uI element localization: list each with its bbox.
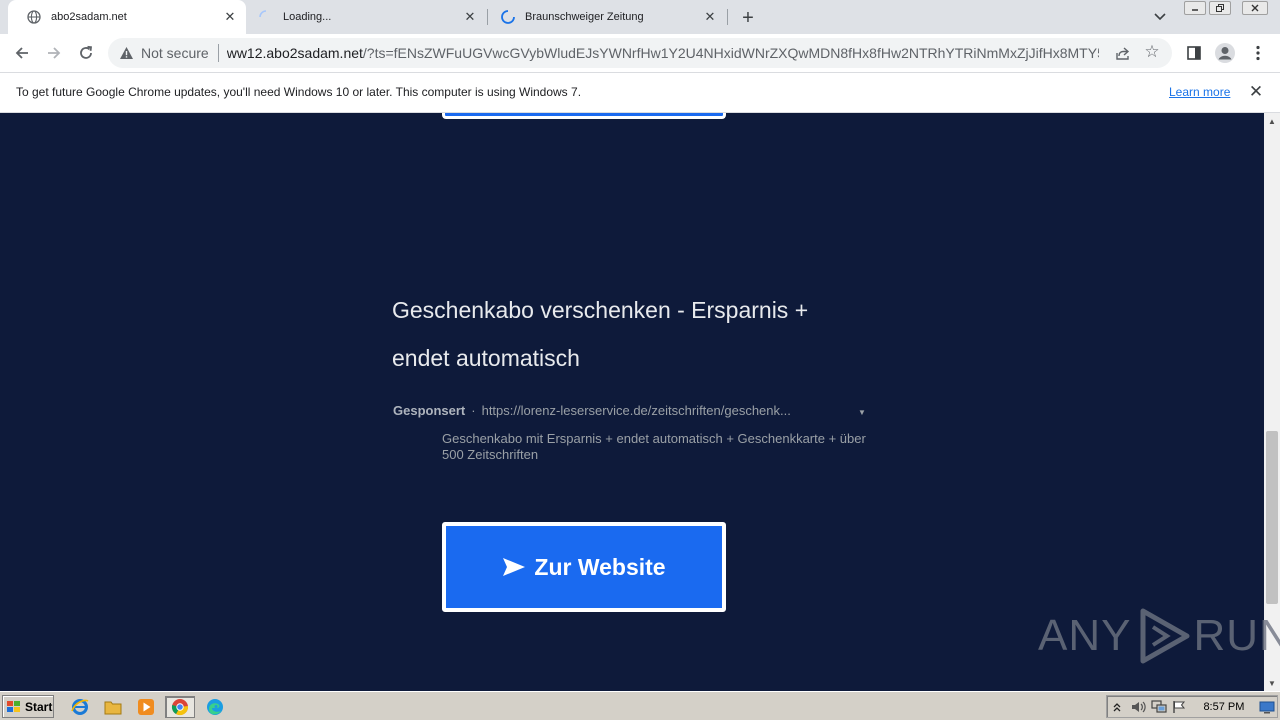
bookmark-star-icon[interactable]: ☆ [1142,42,1162,62]
ad-title[interactable]: Geschenkabo verschenken - Ersparnis + en… [392,286,862,382]
start-button[interactable]: Start [2,695,54,718]
url-host: ww12.abo2sadam.net [226,45,363,61]
ad-description: Geschenkabo mit Ersparnis + endet automa… [442,431,866,462]
forward-icon[interactable] [41,40,67,66]
tab-label: abo2sadam.net [51,11,127,23]
tab-separator [727,9,728,25]
close-tab-icon[interactable]: ✕ [702,9,718,25]
media-player-icon[interactable] [135,696,157,718]
close-infobar-icon[interactable]: ✕ [1246,82,1266,102]
menu-kebab-icon[interactable] [1245,40,1271,66]
security-label[interactable]: Not secure [141,45,209,61]
learn-more-link[interactable]: Learn more [1169,85,1230,99]
url-text[interactable]: ww12.abo2sadam.net/?ts=fENsZWFuUGVwcGVyb… [227,45,1099,61]
window-close-icon[interactable] [1242,1,1268,15]
profile-avatar-icon[interactable] [1212,40,1238,66]
show-desktop-icon[interactable] [1256,698,1277,716]
restore-icon[interactable] [1209,1,1231,15]
infobar-message: To get future Google Chrome updates, you… [16,85,582,99]
page-scrollbar[interactable]: ▲ ▼ [1264,113,1280,691]
new-tab-icon[interactable]: + [736,6,760,30]
zur-website-button[interactable]: Zur Website [442,522,726,612]
side-panel-icon[interactable] [1181,40,1207,66]
sponsored-label: Gesponsert [393,403,466,418]
ad-meta-line: Gesponsert · https://lorenz-leserservice.d… [393,403,866,418]
watermark-right-text: RUN [1193,611,1280,660]
start-label: Start [25,699,53,714]
globe-icon [26,9,42,25]
url-path: /?ts=fENsZWFuUGVwcGVybWludEJsYWNrfHw1Y2U… [362,45,1099,61]
browser-toolbar: Not secure ww12.abo2sadam.net/?ts=fENsZW… [0,34,1280,72]
loading-spinner-icon [258,9,274,25]
close-tab-icon[interactable]: ✕ [222,9,238,25]
update-infobar: To get future Google Chrome updates, you… [0,72,1280,113]
send-arrow-icon [502,557,526,577]
cta-label: Zur Website [534,553,666,580]
edge-browser-icon[interactable] [204,696,226,718]
tab-braunschweiger[interactable]: Braunschweiger Zeitung ✕ [488,0,726,34]
warning-triangle-icon[interactable] [118,45,134,61]
meta-separator: · [471,403,476,418]
minimize-icon[interactable] [1184,1,1206,15]
ad-display-url[interactable]: https://lorenz-leserservice.de/zeitschri… [482,403,791,418]
tab-strip: abo2sadam.net ✕ Loading... ✕ Braunschwei… [0,0,1280,34]
close-tab-icon[interactable]: ✕ [462,9,478,25]
system-tray: 8:57 PM [1106,695,1278,718]
tab-abo2sadam[interactable]: abo2sadam.net ✕ [8,0,246,34]
watermark-left-text: ANY [1038,611,1132,660]
page-content: Geschenkabo verschenken - Ersparnis + en… [0,113,1264,691]
scroll-down-icon[interactable]: ▼ [1264,677,1280,689]
anyrun-watermark: ANY RUN [1038,607,1280,665]
loading-spinner-icon [500,9,516,25]
internet-explorer-icon[interactable] [69,696,91,718]
taskbar-clock[interactable]: 8:57 PM [1203,701,1244,713]
back-icon[interactable] [9,40,35,66]
volume-icon[interactable] [1128,698,1149,716]
file-explorer-icon[interactable] [102,696,124,718]
scroll-up-icon[interactable]: ▲ [1264,115,1280,127]
windows-logo-icon [6,700,22,714]
windows-taskbar: Start 8:57 PM [0,691,1280,720]
previous-cta-button-edge[interactable] [442,113,726,119]
chevron-down-icon[interactable] [1150,8,1170,26]
address-bar[interactable]: Not secure ww12.abo2sadam.net/?ts=fENsZW… [108,38,1172,68]
share-icon[interactable] [1114,44,1132,62]
scrollbar-thumb[interactable] [1266,431,1278,604]
tab-loading[interactable]: Loading... ✕ [246,0,486,34]
tab-label: Loading... [283,11,332,23]
network-icon[interactable] [1148,698,1169,716]
divider [217,44,219,62]
caret-down-icon[interactable]: ▼ [858,408,866,417]
tray-expand-icon[interactable] [1107,698,1128,716]
chrome-taskbar-icon[interactable] [165,696,195,718]
play-triangle-icon [1137,607,1191,665]
reload-icon[interactable] [73,40,99,66]
action-center-flag-icon[interactable] [1169,698,1190,716]
tab-label: Braunschweiger Zeitung [525,11,644,23]
